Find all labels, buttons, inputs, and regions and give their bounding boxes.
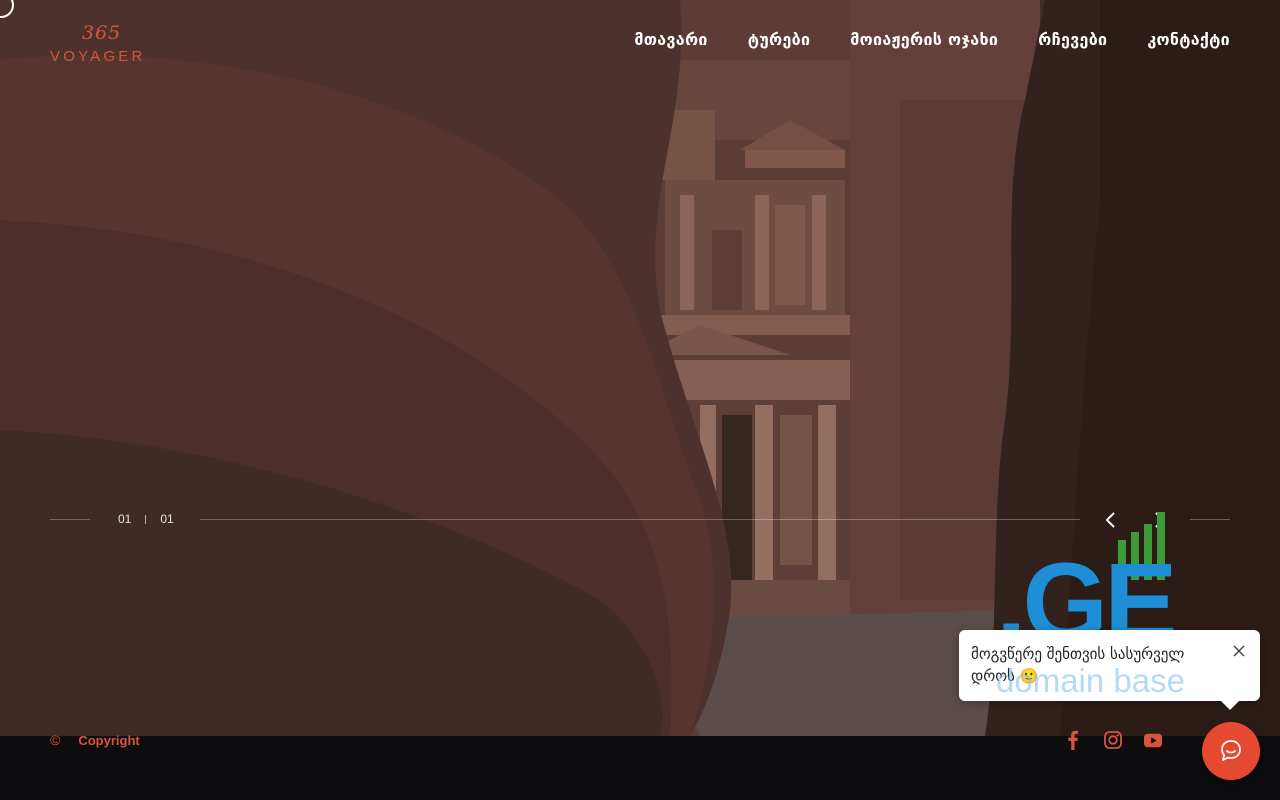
slider-progress-line <box>200 519 1080 520</box>
nav-item-home[interactable]: მთავარი <box>634 30 707 49</box>
nav-item-contact[interactable]: კონტაქტი <box>1147 30 1230 49</box>
slider-prev-button[interactable] <box>1099 508 1121 532</box>
instagram-icon <box>1104 731 1122 749</box>
nav-item-tours[interactable]: ტურები <box>748 30 811 49</box>
chat-bubble-icon <box>1221 740 1241 761</box>
nav-item-tips[interactable]: რჩევები <box>1038 30 1107 49</box>
slide-current: 01 <box>118 512 132 526</box>
slider-next-button[interactable] <box>1149 508 1171 532</box>
copyright-text: Copyright <box>78 732 140 748</box>
instagram-link[interactable] <box>1104 730 1122 750</box>
slide-total: 01 <box>160 512 174 526</box>
copyright: © Copyright <box>50 732 140 748</box>
slide-counter: 01 01 <box>118 512 174 526</box>
facebook-link[interactable] <box>1064 730 1082 750</box>
slider-line-right <box>1190 519 1230 520</box>
social-links <box>1064 730 1162 750</box>
copyright-symbol: © <box>50 732 61 748</box>
youtube-icon <box>1144 733 1162 747</box>
chat-greeting-popup[interactable]: მოგვწერე შენთვის სასურველ დროს 🙂 domain … <box>959 630 1260 710</box>
chat-popup-close-button[interactable] <box>1232 643 1246 657</box>
logo-mark: 365 <box>82 22 122 44</box>
chevron-right-icon <box>1155 512 1165 528</box>
main-navigation: მთავარი ტურები მოიაჟერის ოჯახი რჩევები კ… <box>634 30 1230 49</box>
site-logo[interactable]: 365 VOYAGER <box>50 22 154 68</box>
logo-wordmark: VOYAGER <box>50 48 146 65</box>
chevron-left-icon <box>1105 512 1115 528</box>
chat-greeting-message: მოგვწერე შენთვის სასურველ დროს 🙂 <box>971 645 1185 685</box>
close-icon <box>1233 645 1245 657</box>
hero-overlay <box>0 0 1280 736</box>
slide-counter-separator <box>145 514 147 524</box>
youtube-link[interactable] <box>1144 730 1162 750</box>
hero-slide <box>0 0 1280 736</box>
slider-line-left <box>50 519 90 520</box>
nav-item-traveler-family[interactable]: მოიაჟერის ოჯახი <box>850 30 998 49</box>
facebook-icon <box>1068 730 1078 750</box>
chat-open-button[interactable] <box>1202 722 1260 780</box>
